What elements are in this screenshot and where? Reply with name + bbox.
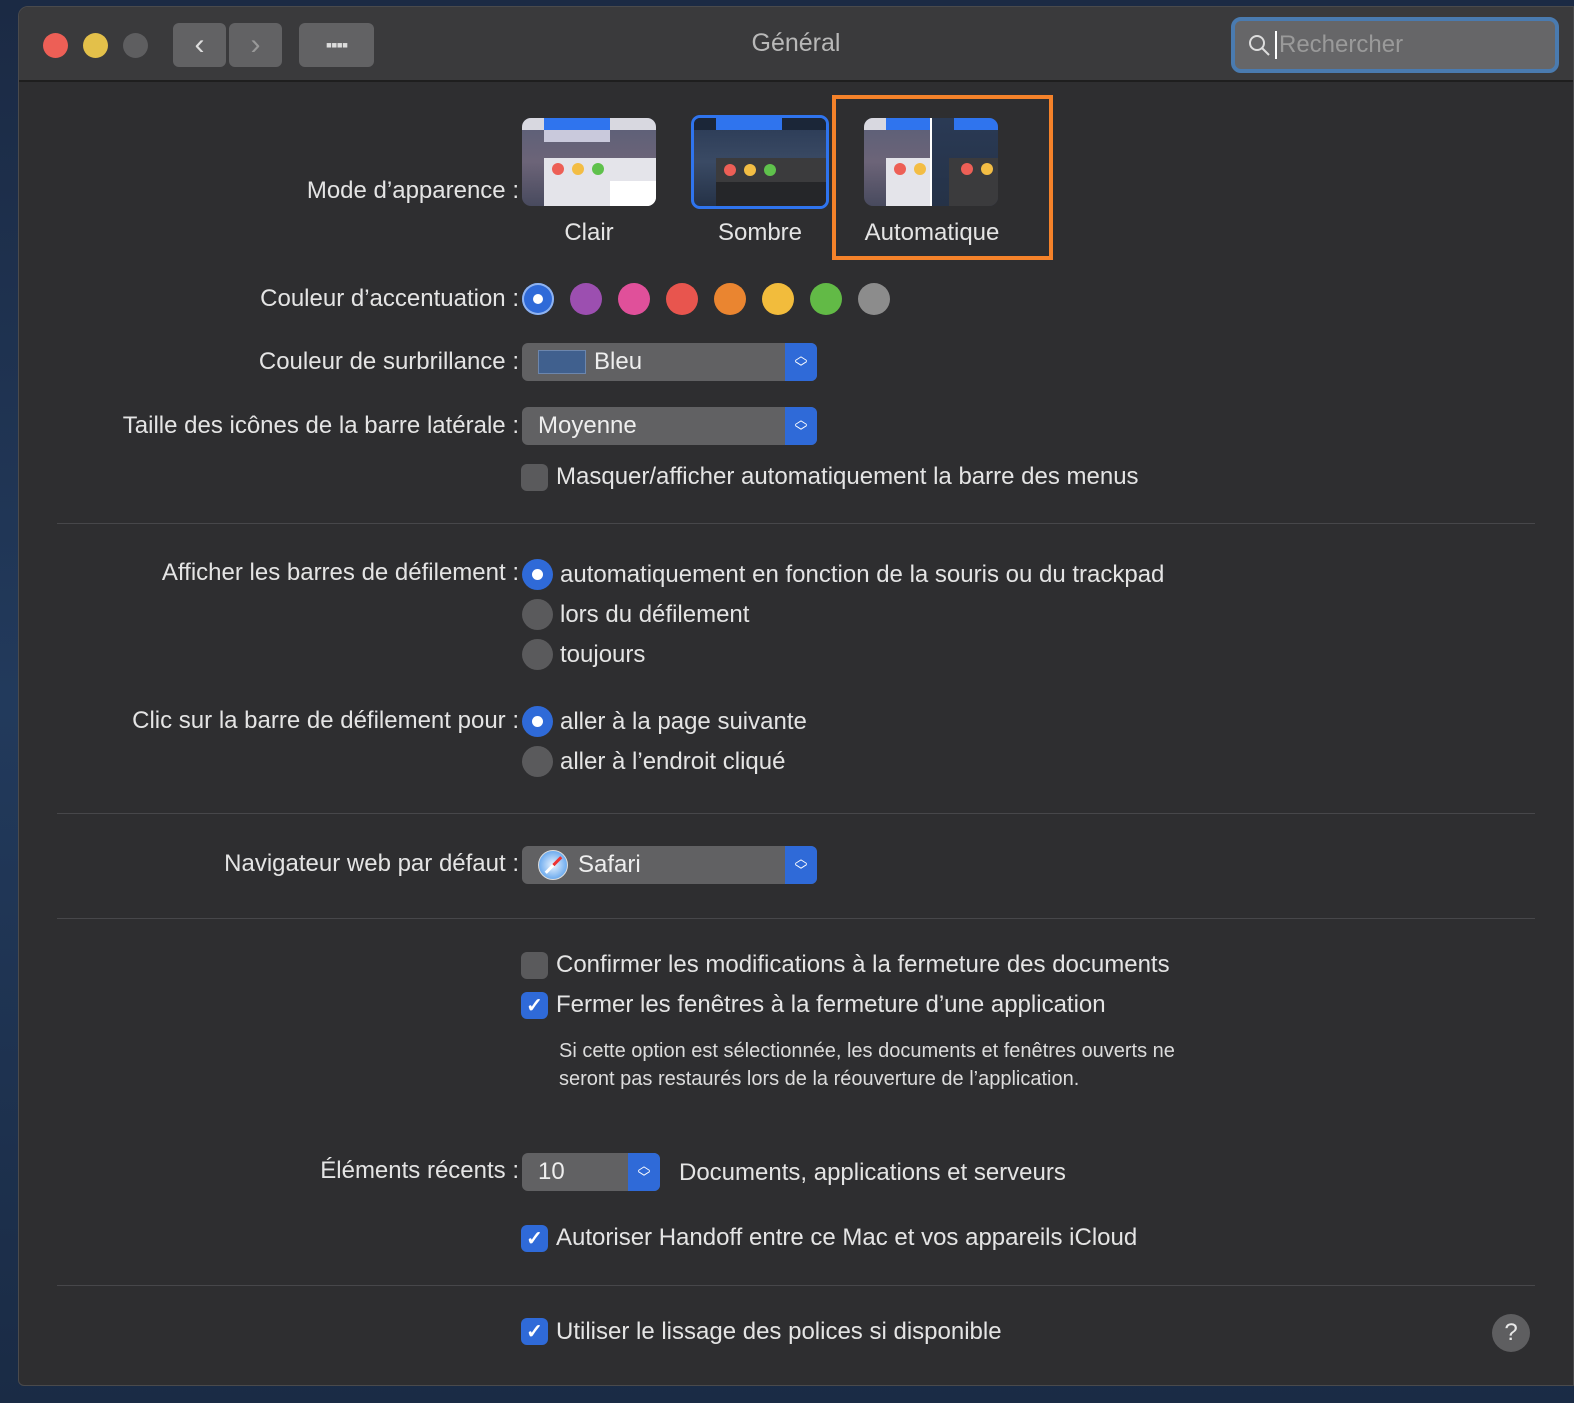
safari-icon (538, 850, 568, 880)
stepper-chevrons-icon: ︿ ﹀ (628, 1153, 660, 1191)
click-scroll-option-next-page: aller à la page suivante (560, 708, 807, 735)
checkmark-icon: ✓ (526, 1321, 543, 1343)
accent-color-swatch[interactable] (858, 283, 890, 315)
recent-items-suffix: Documents, applications et serveurs (679, 1159, 1066, 1186)
accent-color-swatch[interactable] (714, 283, 746, 315)
search-input[interactable] (1275, 31, 1535, 59)
menubar-autohide-label: Masquer/afficher automatiquement la barr… (556, 463, 1139, 490)
accent-color-swatch[interactable] (810, 283, 842, 315)
divider (57, 523, 1535, 524)
accent-color-swatch[interactable] (522, 283, 554, 315)
scrollbars-label: Afficher les barres de défilement : (161, 559, 519, 586)
search-field[interactable] (1231, 17, 1559, 73)
selected-dot-icon (533, 294, 543, 304)
confirm-changes-checkbox[interactable] (521, 952, 548, 979)
browser-value: Safari (578, 851, 641, 878)
recent-items-popup[interactable]: 10 ︿ ﹀ (522, 1153, 660, 1191)
close-windows-label: Fermer les fenêtres à la fermeture d’une… (556, 991, 1106, 1018)
checkmark-icon: ✓ (526, 1228, 543, 1250)
confirm-changes-label: Confirmer les modifications à la fermetu… (556, 951, 1170, 978)
appearance-dark-thumb[interactable] (691, 115, 829, 209)
highlight-value: Bleu (594, 348, 643, 375)
default-browser-popup[interactable]: Safari ︿ ﹀ (522, 846, 817, 884)
click-scroll-radio-clicked-spot[interactable] (522, 746, 553, 777)
scrollbars-radio-scrolling[interactable] (522, 599, 553, 630)
click-scroll-radio-next-page[interactable] (522, 706, 553, 737)
appearance-light-label[interactable]: Clair (494, 219, 684, 247)
preferences-window: ‹ › ▪▪▪▪ Général Mode d’apparence : Clai… (18, 6, 1574, 1386)
accent-color-swatch[interactable] (666, 283, 698, 315)
click-scroll-option-clicked-spot: aller à l’endroit cliqué (560, 748, 786, 775)
highlight-color-popup[interactable]: Bleu ︿ ﹀ (522, 343, 817, 381)
click-scroll-label: Clic sur la barre de défilement pour : (132, 707, 519, 734)
close-windows-note: Si cette option est sélectionnée, les do… (559, 1040, 1175, 1090)
browser-label: Navigateur web par défaut : (224, 850, 519, 877)
font-smoothing-checkbox[interactable]: ✓ (521, 1318, 548, 1345)
appearance-auto-label[interactable]: Automatique (837, 219, 1027, 247)
appearance-label: Mode d’apparence : (306, 177, 519, 204)
handoff-checkbox[interactable]: ✓ (521, 1225, 548, 1252)
highlight-swatch (538, 350, 586, 374)
close-windows-checkbox[interactable]: ✓ (521, 992, 548, 1019)
stepper-chevrons-icon: ︿ ﹀ (785, 343, 817, 381)
accent-label: Couleur d’accentuation : (260, 285, 519, 312)
title-bar: ‹ › ▪▪▪▪ Général (19, 7, 1573, 82)
accent-color-swatch[interactable] (618, 283, 650, 315)
accent-color-swatch[interactable] (570, 283, 602, 315)
menubar-autohide-checkbox[interactable] (521, 464, 548, 491)
appearance-light-thumb[interactable] (522, 118, 656, 206)
help-button[interactable]: ? (1492, 1314, 1530, 1352)
search-icon (1249, 35, 1270, 56)
divider (57, 918, 1535, 919)
font-smoothing-label: Utiliser le lissage des polices si dispo… (556, 1318, 1002, 1345)
accent-color-swatch[interactable] (762, 283, 794, 315)
divider (57, 813, 1535, 814)
sidebar-size-popup[interactable]: Moyenne ︿ ﹀ (522, 407, 817, 445)
stepper-chevrons-icon: ︿ ﹀ (785, 407, 817, 445)
scrollbars-option-scrolling: lors du défilement (560, 601, 750, 628)
scrollbars-radio-auto[interactable] (522, 559, 553, 590)
appearance-auto-thumb[interactable] (864, 118, 998, 206)
scrollbars-option-always: toujours (560, 641, 646, 668)
divider (57, 1285, 1535, 1286)
recent-items-value: 10 (538, 1158, 565, 1185)
sidebar-size-value: Moyenne (538, 412, 637, 439)
appearance-dark-label[interactable]: Sombre (665, 219, 855, 247)
scrollbars-radio-always[interactable] (522, 639, 553, 670)
scrollbars-option-auto: automatiquement en fonction de la souris… (560, 561, 1165, 588)
handoff-label: Autoriser Handoff entre ce Mac et vos ap… (556, 1224, 1138, 1251)
checkmark-icon: ✓ (526, 995, 543, 1017)
recent-items-label: Éléments récents : (320, 1157, 519, 1184)
highlight-label: Couleur de surbrillance : (258, 348, 519, 375)
stepper-chevrons-icon: ︿ ﹀ (785, 846, 817, 884)
sidebar-size-label: Taille des icônes de la barre latérale : (122, 412, 519, 439)
